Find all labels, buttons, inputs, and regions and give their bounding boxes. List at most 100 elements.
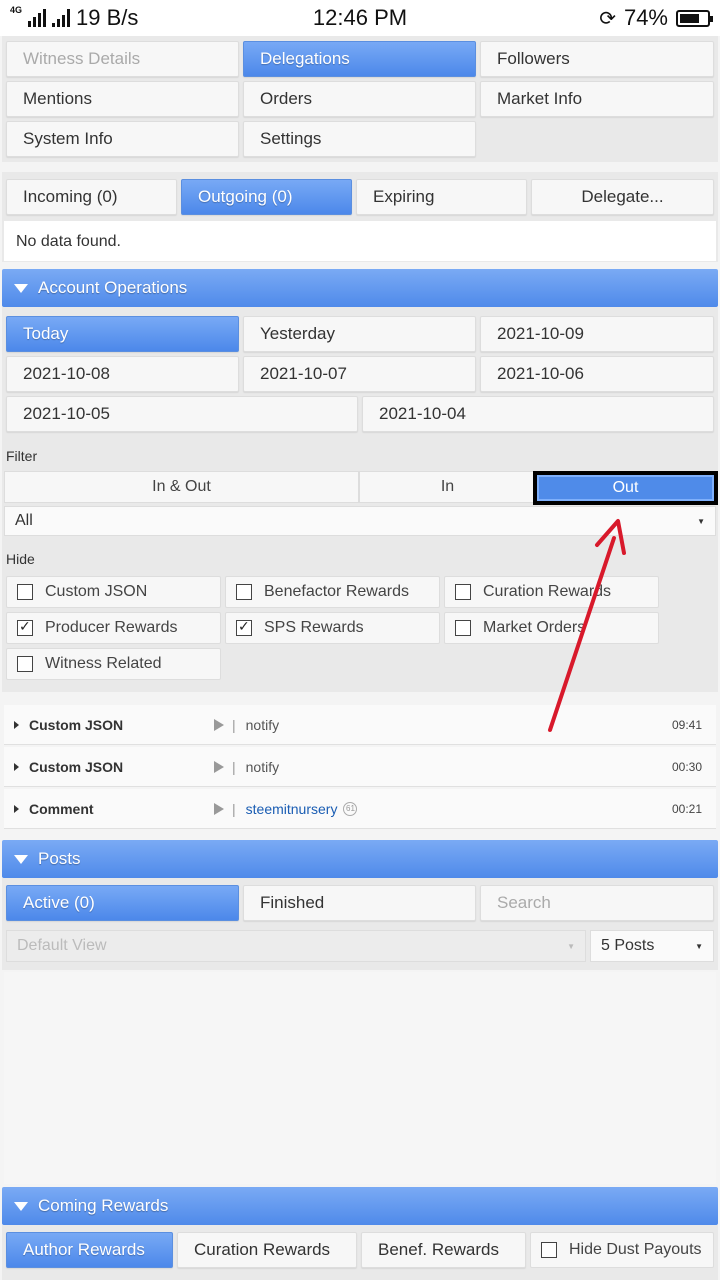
dropdown-caret-icon: ▼ bbox=[697, 516, 705, 526]
checkbox-label: Benefactor Rewards bbox=[264, 583, 409, 600]
filter-out[interactable]: Out bbox=[533, 471, 718, 505]
checkbox[interactable] bbox=[455, 620, 471, 636]
dropdown-caret-icon: ▼ bbox=[567, 941, 575, 951]
tab-incoming[interactable]: Incoming (0) bbox=[6, 179, 177, 215]
tab-finished-posts[interactable]: Finished bbox=[243, 885, 476, 921]
checkbox-label: SPS Rewards bbox=[264, 619, 364, 636]
checkbox-label: Custom JSON bbox=[45, 583, 148, 600]
filter-select-value: All bbox=[15, 512, 33, 529]
signal-icon-2 bbox=[52, 9, 71, 27]
checkbox-label: Market Orders bbox=[483, 619, 586, 636]
date-yesterday[interactable]: Yesterday bbox=[243, 316, 476, 352]
hide-producer-rewards[interactable]: Producer Rewards bbox=[6, 612, 221, 644]
operation-row[interactable]: Comment | steemitnursery 61 00:21 bbox=[4, 789, 716, 829]
tab-followers[interactable]: Followers bbox=[480, 41, 714, 77]
date-button[interactable]: 2021-10-09 bbox=[480, 316, 714, 352]
tab-expiring[interactable]: Expiring bbox=[356, 179, 527, 215]
tab-author-rewards[interactable]: Author Rewards bbox=[6, 1232, 173, 1268]
coming-rewards-header[interactable]: Coming Rewards bbox=[2, 1187, 718, 1225]
tab-settings[interactable]: Settings bbox=[243, 121, 476, 157]
view-select[interactable]: Default View ▼ bbox=[6, 930, 586, 962]
hide-label: Hide bbox=[6, 551, 35, 567]
posts-count-select[interactable]: 5 Posts ▼ bbox=[590, 930, 714, 962]
play-icon[interactable] bbox=[214, 718, 224, 731]
date-button[interactable]: 2021-10-07 bbox=[243, 356, 476, 392]
expand-arrow-icon[interactable] bbox=[14, 720, 19, 729]
operation-desc: notify bbox=[245, 716, 280, 733]
hide-curation-rewards[interactable]: Curation Rewards bbox=[444, 576, 659, 608]
checkbox[interactable] bbox=[17, 656, 33, 672]
signal-icon bbox=[28, 9, 47, 27]
account-operations-header[interactable]: Account Operations bbox=[2, 269, 718, 307]
reputation-badge: 61 bbox=[343, 801, 358, 816]
operation-type: Custom JSON bbox=[29, 716, 124, 733]
separator: | bbox=[232, 716, 236, 733]
rotation-lock-icon: ⟳ bbox=[599, 7, 616, 30]
network-type: 4G bbox=[10, 5, 23, 15]
collapse-triangle-icon bbox=[14, 854, 28, 864]
checkbox[interactable] bbox=[17, 584, 33, 600]
posts-header[interactable]: Posts bbox=[2, 840, 718, 878]
posts-count-value: 5 Posts bbox=[601, 937, 655, 954]
hide-sps-rewards[interactable]: SPS Rewards bbox=[225, 612, 440, 644]
hide-witness-related[interactable]: Witness Related bbox=[6, 648, 221, 680]
dropdown-caret-icon: ▼ bbox=[695, 941, 703, 951]
tab-benef-rewards[interactable]: Benef. Rewards bbox=[361, 1232, 526, 1268]
filter-in[interactable]: In bbox=[359, 471, 536, 503]
filter-label: Filter bbox=[6, 448, 38, 464]
checkbox-label: Curation Rewards bbox=[483, 583, 612, 600]
date-button[interactable]: 2021-10-08 bbox=[6, 356, 239, 392]
filter-in-out[interactable]: In & Out bbox=[4, 471, 359, 503]
operation-desc: notify bbox=[245, 758, 280, 775]
checkbox-checked[interactable] bbox=[236, 618, 252, 636]
search-input[interactable]: Search bbox=[480, 885, 714, 921]
operation-type: Comment bbox=[29, 800, 94, 817]
network-speed: 19 B/s bbox=[76, 5, 139, 30]
tab-outgoing[interactable]: Outgoing (0) bbox=[181, 179, 352, 215]
operation-type: Custom JSON bbox=[29, 758, 124, 775]
operation-time: 00:30 bbox=[671, 759, 702, 774]
date-button[interactable]: 2021-10-06 bbox=[480, 356, 714, 392]
checkbox[interactable] bbox=[455, 584, 471, 600]
operation-row[interactable]: Custom JSON | notify 09:41 bbox=[4, 705, 716, 745]
tab-witness-details[interactable]: Witness Details bbox=[6, 41, 239, 77]
delegate-button[interactable]: Delegate... bbox=[531, 179, 714, 215]
tab-orders[interactable]: Orders bbox=[243, 81, 476, 117]
no-data-message: No data found. bbox=[4, 221, 716, 261]
tab-market-info[interactable]: Market Info bbox=[480, 81, 714, 117]
tab-active-posts[interactable]: Active (0) bbox=[6, 885, 239, 921]
hide-dust-payouts[interactable]: Hide Dust Payouts bbox=[530, 1232, 714, 1268]
tab-delegations[interactable]: Delegations bbox=[243, 41, 476, 77]
clock: 12:46 PM bbox=[312, 5, 408, 30]
checkbox[interactable] bbox=[236, 584, 252, 600]
operation-time: 09:41 bbox=[671, 717, 702, 732]
hide-market-orders[interactable]: Market Orders bbox=[444, 612, 659, 644]
operation-time: 00:21 bbox=[671, 801, 702, 816]
tab-curation-rewards[interactable]: Curation Rewards bbox=[177, 1232, 357, 1268]
checkbox-checked[interactable] bbox=[17, 618, 33, 636]
author-link[interactable]: steemitnursery bbox=[246, 801, 338, 817]
play-icon[interactable] bbox=[214, 802, 224, 815]
filter-select[interactable]: All ▼ bbox=[4, 506, 716, 536]
battery-percent: 74% bbox=[623, 5, 668, 30]
tab-system-info[interactable]: System Info bbox=[6, 121, 239, 157]
expand-arrow-icon[interactable] bbox=[14, 762, 19, 771]
date-button[interactable]: 2021-10-04 bbox=[362, 396, 714, 432]
expand-arrow-icon[interactable] bbox=[14, 804, 19, 813]
checkbox[interactable] bbox=[541, 1242, 557, 1258]
separator: | bbox=[232, 800, 236, 817]
checkbox-label: Producer Rewards bbox=[45, 619, 178, 636]
view-select-value: Default View bbox=[17, 937, 107, 954]
collapse-triangle-icon bbox=[14, 1201, 28, 1211]
checkbox-label: Witness Related bbox=[45, 655, 162, 672]
coming-rewards-title: Coming Rewards bbox=[38, 1196, 169, 1215]
account-operations-title: Account Operations bbox=[38, 278, 188, 297]
hide-benefactor-rewards[interactable]: Benefactor Rewards bbox=[225, 576, 440, 608]
date-button[interactable]: 2021-10-05 bbox=[6, 396, 358, 432]
play-icon[interactable] bbox=[214, 760, 224, 773]
checkbox-label: Hide Dust Payouts bbox=[569, 1241, 702, 1258]
tab-mentions[interactable]: Mentions bbox=[6, 81, 239, 117]
date-today[interactable]: Today bbox=[6, 316, 239, 352]
operation-row[interactable]: Custom JSON | notify 00:30 bbox=[4, 747, 716, 787]
hide-custom-json[interactable]: Custom JSON bbox=[6, 576, 221, 608]
